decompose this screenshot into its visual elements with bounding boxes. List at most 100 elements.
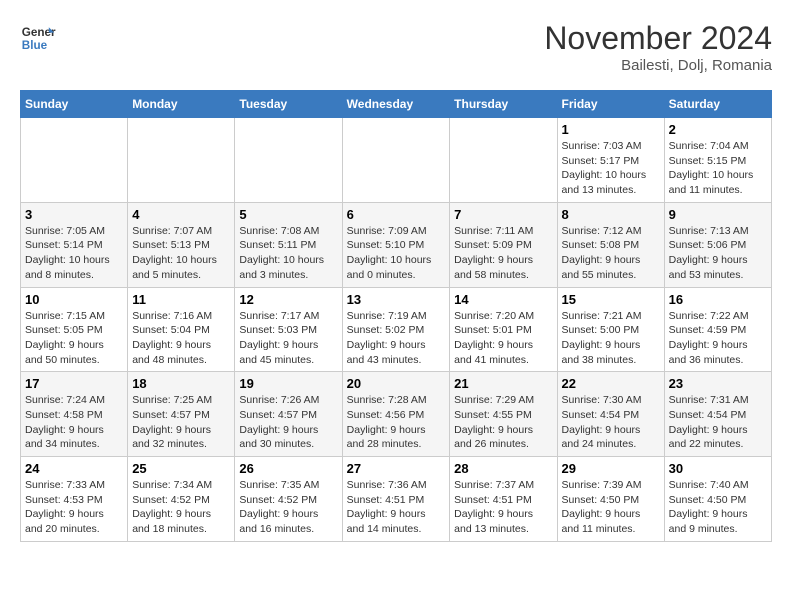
day-info: Sunrise: 7:17 AMSunset: 5:03 PMDaylight:… [239,309,337,368]
calendar-cell: 1Sunrise: 7:03 AMSunset: 5:17 PMDaylight… [557,118,664,203]
day-number: 9 [669,207,767,222]
weekday-header-monday: Monday [128,91,235,118]
calendar-cell: 17 Sunrise: 7:24 AMSunset: 4:58 PMDayligh… [21,372,128,457]
day-info: Sunrise: 7:28 AMSunset: 4:56 PMDaylight:… [347,393,446,452]
calendar-week-row: 1Sunrise: 7:03 AMSunset: 5:17 PMDaylight… [21,118,772,203]
day-info: Sunrise: 7:24 AMSunset: 4:58 PMDaylight:… [25,393,123,452]
day-number: 14 [454,292,552,307]
page-header: General Blue November 2024 Bailesti, Dol… [20,20,772,74]
day-number: 28 [454,461,552,476]
calendar-cell [450,118,557,203]
day-info: Sunrise: 7:13 AMSunset: 5:06 PMDaylight:… [669,224,767,283]
day-number: 12 [239,292,337,307]
calendar-cell: 20 Sunrise: 7:28 AMSunset: 4:56 PMDayligh… [342,372,450,457]
day-info: Sunrise: 7:09 AMSunset: 5:10 PMDaylight:… [347,224,446,283]
calendar-cell: 11 Sunrise: 7:16 AMSunset: 5:04 PMDayligh… [128,287,235,372]
calendar-cell: 2 Sunrise: 7:04 AMSunset: 5:15 PMDaylight… [664,118,771,203]
day-info: Sunrise: 7:26 AMSunset: 4:57 PMDaylight:… [239,393,337,452]
day-info: Sunrise: 7:12 AMSunset: 5:08 PMDaylight:… [562,224,660,283]
title-area: November 2024 Bailesti, Dolj, Romania [544,20,772,74]
day-info: Sunrise: 7:08 AMSunset: 5:11 PMDaylight:… [239,224,337,283]
calendar-cell: 25 Sunrise: 7:34 AMSunset: 4:52 PMDayligh… [128,457,235,542]
day-number: 13 [347,292,446,307]
day-info: Sunrise: 7:25 AMSunset: 4:57 PMDaylight:… [132,393,230,452]
calendar-week-row: 17 Sunrise: 7:24 AMSunset: 4:58 PMDayligh… [21,372,772,457]
calendar-cell: 13 Sunrise: 7:19 AMSunset: 5:02 PMDayligh… [342,287,450,372]
day-number: 11 [132,292,230,307]
calendar-table: SundayMondayTuesdayWednesdayThursdayFrid… [20,90,772,542]
day-number: 6 [347,207,446,222]
day-number: 23 [669,376,767,391]
day-info: Sunrise: 7:05 AMSunset: 5:14 PMDaylight:… [25,224,123,283]
calendar-cell: 26 Sunrise: 7:35 AMSunset: 4:52 PMDayligh… [235,457,342,542]
day-info: Sunrise: 7:20 AMSunset: 5:01 PMDaylight:… [454,309,552,368]
day-number: 17 [25,376,123,391]
calendar-cell [128,118,235,203]
day-number: 27 [347,461,446,476]
calendar-cell: 29Sunrise: 7:39 AMSunset: 4:50 PMDayligh… [557,457,664,542]
calendar-cell: 10Sunrise: 7:15 AMSunset: 5:05 PMDayligh… [21,287,128,372]
calendar-cell: 7 Sunrise: 7:11 AMSunset: 5:09 PMDaylight… [450,202,557,287]
weekday-header-thursday: Thursday [450,91,557,118]
calendar-cell: 14 Sunrise: 7:20 AMSunset: 5:01 PMDayligh… [450,287,557,372]
day-info: Sunrise: 7:22 AMSunset: 4:59 PMDaylight:… [669,309,767,368]
day-info: Sunrise: 7:15 AMSunset: 5:05 PMDaylight:… [25,309,123,368]
calendar-cell [235,118,342,203]
calendar-cell: 16 Sunrise: 7:22 AMSunset: 4:59 PMDayligh… [664,287,771,372]
day-number: 2 [669,122,767,137]
day-info: Sunrise: 7:04 AMSunset: 5:15 PMDaylight:… [669,139,767,198]
weekday-header-sunday: Sunday [21,91,128,118]
day-info: Sunrise: 7:07 AMSunset: 5:13 PMDaylight:… [132,224,230,283]
day-info: Sunrise: 7:36 AMSunset: 4:51 PMDaylight:… [347,478,446,537]
weekday-header-saturday: Saturday [664,91,771,118]
day-number: 7 [454,207,552,222]
calendar-cell: 18 Sunrise: 7:25 AMSunset: 4:57 PMDayligh… [128,372,235,457]
calendar-cell: 8 Sunrise: 7:12 AMSunset: 5:08 PMDaylight… [557,202,664,287]
day-info: Sunrise: 7:30 AMSunset: 4:54 PMDaylight:… [562,393,660,452]
calendar-cell: 23Sunrise: 7:31 AMSunset: 4:54 PMDayligh… [664,372,771,457]
calendar-cell: 15 Sunrise: 7:21 AMSunset: 5:00 PMDayligh… [557,287,664,372]
calendar-cell: 9 Sunrise: 7:13 AMSunset: 5:06 PMDaylight… [664,202,771,287]
day-info: Sunrise: 7:40 AMSunset: 4:50 PMDaylight:… [669,478,767,537]
day-info: Sunrise: 7:35 AMSunset: 4:52 PMDaylight:… [239,478,337,537]
day-number: 26 [239,461,337,476]
day-number: 24 [25,461,123,476]
day-number: 18 [132,376,230,391]
day-number: 16 [669,292,767,307]
calendar-cell: 6 Sunrise: 7:09 AMSunset: 5:10 PMDaylight… [342,202,450,287]
weekday-header-friday: Friday [557,91,664,118]
calendar-cell: 19Sunrise: 7:26 AMSunset: 4:57 PMDayligh… [235,372,342,457]
svg-text:General: General [22,26,56,39]
day-info: Sunrise: 7:37 AMSunset: 4:51 PMDaylight:… [454,478,552,537]
weekday-header-wednesday: Wednesday [342,91,450,118]
day-info: Sunrise: 7:11 AMSunset: 5:09 PMDaylight:… [454,224,552,283]
calendar-cell: 28 Sunrise: 7:37 AMSunset: 4:51 PMDayligh… [450,457,557,542]
calendar-cell: 30Sunrise: 7:40 AMSunset: 4:50 PMDayligh… [664,457,771,542]
day-info: Sunrise: 7:21 AMSunset: 5:00 PMDaylight:… [562,309,660,368]
weekday-header-row: SundayMondayTuesdayWednesdayThursdayFrid… [21,91,772,118]
location: Bailesti, Dolj, Romania [544,57,772,74]
day-number: 8 [562,207,660,222]
day-info: Sunrise: 7:03 AMSunset: 5:17 PMDaylight:… [562,139,660,198]
day-info: Sunrise: 7:34 AMSunset: 4:52 PMDaylight:… [132,478,230,537]
day-number: 22 [562,376,660,391]
day-info: Sunrise: 7:16 AMSunset: 5:04 PMDaylight:… [132,309,230,368]
calendar-cell: 4Sunrise: 7:07 AMSunset: 5:13 PMDaylight… [128,202,235,287]
day-number: 5 [239,207,337,222]
day-number: 25 [132,461,230,476]
logo-icon: General Blue [20,20,56,56]
calendar-cell: 5 Sunrise: 7:08 AMSunset: 5:11 PMDaylight… [235,202,342,287]
calendar-cell: 27 Sunrise: 7:36 AMSunset: 4:51 PMDayligh… [342,457,450,542]
day-number: 3 [25,207,123,222]
logo: General Blue [20,20,56,56]
day-number: 21 [454,376,552,391]
calendar-week-row: 24Sunrise: 7:33 AMSunset: 4:53 PMDayligh… [21,457,772,542]
month-title: November 2024 [544,20,772,57]
day-number: 20 [347,376,446,391]
day-info: Sunrise: 7:19 AMSunset: 5:02 PMDaylight:… [347,309,446,368]
calendar-cell: 12 Sunrise: 7:17 AMSunset: 5:03 PMDayligh… [235,287,342,372]
svg-text:Blue: Blue [22,39,48,52]
calendar-week-row: 10Sunrise: 7:15 AMSunset: 5:05 PMDayligh… [21,287,772,372]
day-number: 15 [562,292,660,307]
day-info: Sunrise: 7:39 AMSunset: 4:50 PMDaylight:… [562,478,660,537]
